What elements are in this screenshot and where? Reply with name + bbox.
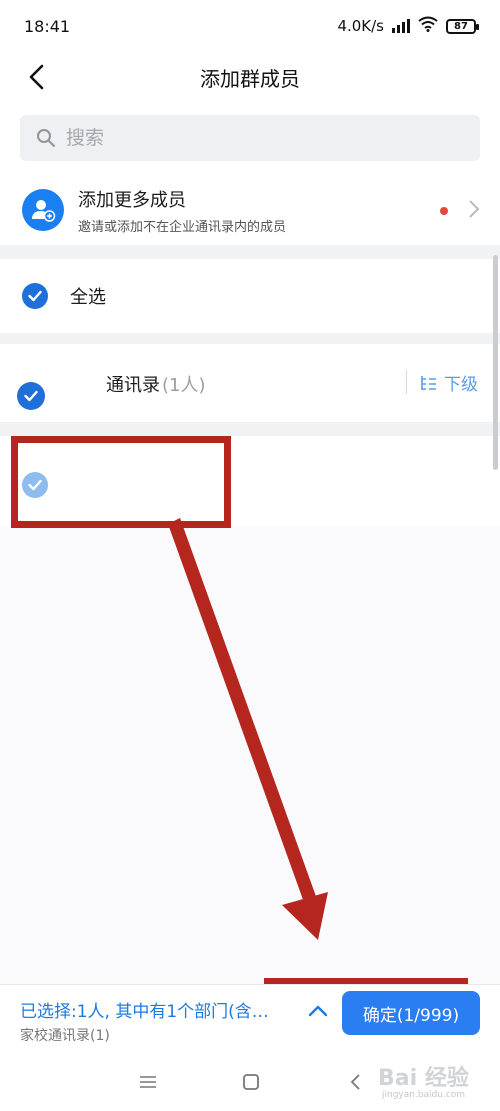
back-nav-button[interactable] <box>344 1072 366 1092</box>
watermark: Bai 经验 jingyan.baidu.com <box>378 1060 469 1100</box>
back-icon <box>350 1074 360 1090</box>
selection-panel: 已选择:1人, 其中有1个部门(含… 家校通讯录(1) 确定(1/999) <box>0 984 500 1050</box>
scope-label: 家校通讯录(1) <box>20 1028 110 1044</box>
annotation-arrow <box>168 518 328 940</box>
menu-button[interactable] <box>137 1072 159 1092</box>
watermark-text: Bai 经验 <box>378 1066 469 1091</box>
home-icon <box>243 1074 259 1090</box>
watermark-url: jingyan.baidu.com <box>382 1090 466 1100</box>
home-button[interactable] <box>240 1072 262 1092</box>
menu-icon <box>140 1076 156 1088</box>
expand-button[interactable] <box>304 997 332 1025</box>
selected-summary[interactable]: 已选择:1人, 其中有1个部门(含… <box>20 997 295 1022</box>
confirm-button[interactable]: 确定(1/999) <box>342 991 480 1035</box>
chevron-up-icon <box>308 1005 328 1017</box>
